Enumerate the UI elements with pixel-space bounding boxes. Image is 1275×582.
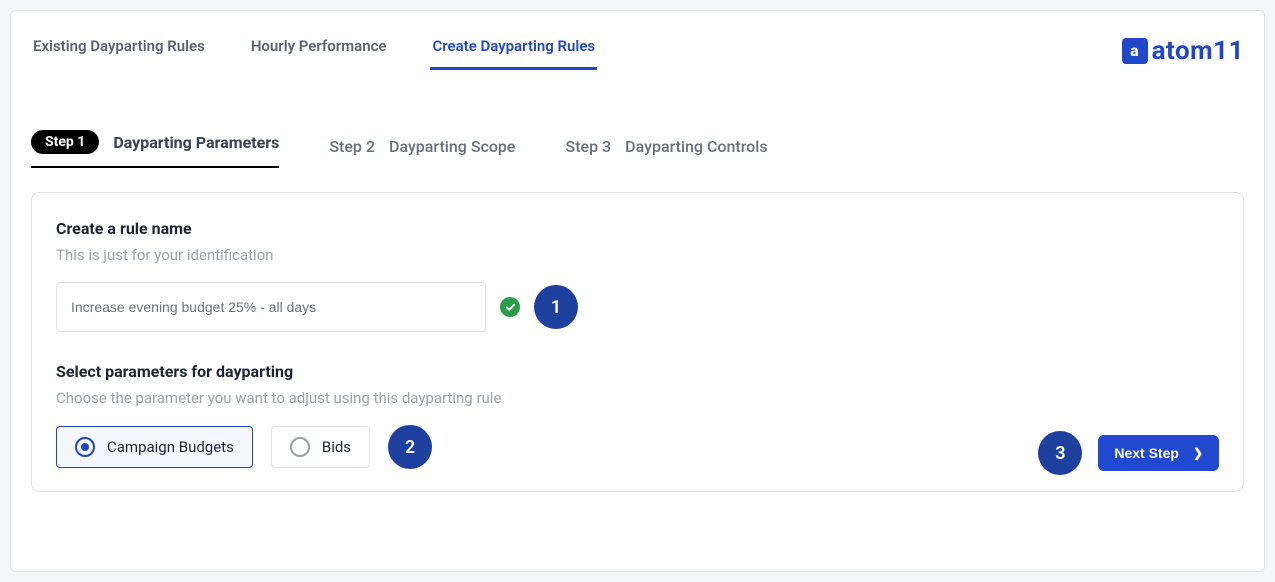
annotation-callout-1: 1 — [534, 285, 578, 329]
rule-name-subtitle: This is just for your identification — [56, 246, 1219, 264]
chevron-right-icon: ❯ — [1193, 446, 1203, 460]
annotation-callout-3: 3 — [1038, 431, 1082, 475]
step-3-pill: Step 3 — [566, 137, 612, 156]
params-subtitle: Choose the parameter you want to adjust … — [56, 389, 1219, 407]
step-3[interactable]: Step 3 Dayparting Controls — [566, 137, 768, 168]
brand-name: atom11 — [1152, 36, 1244, 66]
next-step-button[interactable]: Next Step ❯ — [1098, 435, 1219, 471]
choice-label: Bids — [322, 438, 351, 456]
step-2-label: Dayparting Scope — [389, 137, 516, 156]
brand-mark-icon: a — [1122, 38, 1148, 64]
rule-name-valid-icon — [500, 297, 520, 317]
tab-hourly-performance[interactable]: Hourly Performance — [249, 31, 389, 67]
choice-label: Campaign Budgets — [107, 438, 234, 456]
rule-name-input[interactable] — [56, 282, 486, 332]
next-step-label: Next Step — [1114, 445, 1179, 461]
brand-logo: a atom11 — [1122, 36, 1244, 66]
tab-create-rules[interactable]: Create Dayparting Rules — [430, 31, 597, 70]
step-2-pill: Step 2 — [329, 137, 375, 156]
step-1-pill: Step 1 — [31, 130, 99, 154]
step-1[interactable]: Step 1 Dayparting Parameters — [31, 130, 279, 168]
annotation-callout-2: 2 — [388, 425, 432, 469]
radio-icon — [75, 437, 95, 457]
radio-icon — [290, 437, 310, 457]
rule-name-title: Create a rule name — [56, 219, 1219, 238]
primary-tabs: Existing Dayparting Rules Hourly Perform… — [31, 31, 597, 70]
step-3-label: Dayparting Controls — [625, 137, 767, 156]
choice-bids[interactable]: Bids — [271, 426, 370, 468]
wizard-steps: Step 1 Dayparting Parameters Step 2 Dayp… — [31, 130, 1244, 168]
parameters-form: Create a rule name This is just for your… — [31, 192, 1244, 492]
params-title: Select parameters for dayparting — [56, 362, 1219, 381]
choice-campaign-budgets[interactable]: Campaign Budgets — [56, 426, 253, 468]
step-1-label: Dayparting Parameters — [113, 133, 279, 152]
tab-existing-rules[interactable]: Existing Dayparting Rules — [31, 31, 207, 67]
step-2[interactable]: Step 2 Dayparting Scope — [329, 137, 515, 168]
